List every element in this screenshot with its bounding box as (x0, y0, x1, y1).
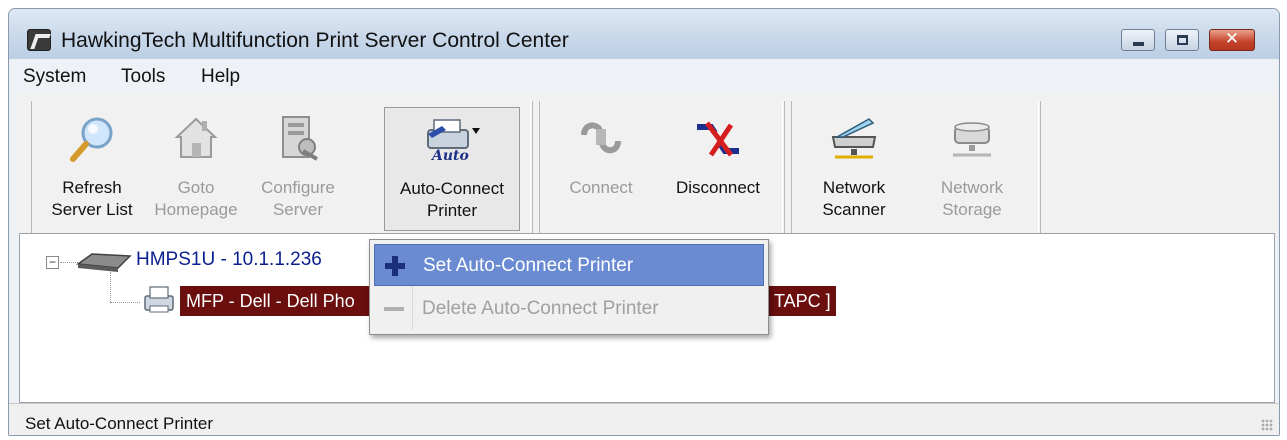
menu-bar: System Tools Help (9, 59, 1279, 93)
configure-label-line1: Configure (261, 178, 335, 197)
auto-connect-printer-button[interactable]: Auto Auto-Connect Printer (384, 107, 520, 231)
tree-connector (110, 272, 111, 302)
toolbar: Refresh Server List Goto Homepage Config… (17, 93, 1277, 239)
printer-icon (144, 286, 174, 313)
scanner-label-line1: Network (822, 178, 886, 197)
auto-connect-label-line1: Auto-Connect (400, 179, 504, 198)
goto-label-line1: Goto (177, 178, 215, 197)
minimize-button[interactable] (1121, 29, 1155, 51)
minus-icon (384, 307, 404, 311)
server-node-label[interactable]: HMPS1U - 10.1.1.236 (136, 249, 322, 271)
toolbar-group-server: Refresh Server List Goto Homepage Config… (31, 101, 533, 233)
storage-label-line2: Storage (942, 200, 1002, 219)
goto-label-line2: Homepage (154, 200, 238, 219)
close-button[interactable]: ✕ (1209, 29, 1255, 51)
window-title: HawkingTech Multifunction Print Server C… (61, 29, 569, 52)
toolbar-group-connection: Connect Disconnect (539, 101, 785, 233)
toolbar-group-network: Network Scanner Network Storage (791, 101, 1041, 233)
menu-tools[interactable]: Tools (121, 66, 165, 88)
menu-help[interactable]: Help (201, 66, 240, 88)
disconnect-button[interactable]: Disconnect (658, 107, 778, 231)
resize-grip-icon[interactable] (1261, 419, 1273, 431)
auto-connect-label-line2: Printer (426, 201, 478, 220)
context-menu: Set Auto-Connect Printer Delete Auto-Con… (369, 239, 769, 335)
server-device-icon (76, 253, 132, 272)
auto-printer-icon: Auto (427, 119, 480, 164)
delete-auto-connect-label: Delete Auto-Connect Printer (422, 298, 659, 319)
disconnect-icon (697, 121, 739, 157)
magnifier-icon (70, 117, 113, 162)
disconnect-label: Disconnect (675, 178, 761, 197)
storage-icon (953, 122, 991, 157)
maximize-icon (1177, 35, 1188, 45)
set-auto-connect-printer-item[interactable]: Set Auto-Connect Printer (374, 244, 764, 286)
app-icon (27, 29, 51, 51)
configure-icon (282, 116, 318, 161)
storage-label-line1: Network (940, 178, 1004, 197)
refresh-label-line1: Refresh (62, 178, 122, 197)
menu-system[interactable]: System (23, 66, 86, 88)
printer-node-label-tail: TAPC ] (772, 286, 836, 316)
app-window: HawkingTech Multifunction Print Server C… (8, 8, 1280, 436)
tree-connector (110, 302, 140, 303)
home-icon (174, 117, 218, 158)
connect-button[interactable]: Connect (546, 107, 656, 231)
delete-auto-connect-printer-item[interactable]: Delete Auto-Connect Printer (374, 288, 764, 330)
refresh-label-line2: Server List (51, 200, 133, 219)
printer-node-label: MFP - Dell - Dell Pho (186, 291, 355, 311)
connect-icon (581, 122, 621, 154)
auto-icon-text: Auto (430, 148, 469, 164)
plus-icon (385, 256, 405, 276)
configure-server-button[interactable]: Configure Server (248, 107, 348, 231)
scanner-label-line2: Scanner (822, 200, 886, 219)
configure-label-line2: Server (272, 200, 324, 219)
scanner-icon (831, 118, 877, 159)
close-icon: ✕ (1224, 29, 1240, 48)
maximize-button[interactable] (1165, 29, 1199, 51)
network-scanner-button[interactable]: Network Scanner (798, 107, 910, 231)
status-bar: Set Auto-Connect Printer (9, 403, 1279, 435)
tree-expander[interactable]: − (46, 256, 59, 269)
network-storage-button[interactable]: Network Storage (916, 107, 1028, 231)
status-text: Set Auto-Connect Printer (25, 414, 214, 433)
connect-label: Connect (569, 178, 633, 197)
minimize-icon (1133, 42, 1144, 46)
title-bar: HawkingTech Multifunction Print Server C… (9, 9, 1279, 59)
set-auto-connect-label: Set Auto-Connect Printer (423, 255, 634, 276)
goto-homepage-button[interactable]: Goto Homepage (146, 107, 246, 231)
refresh-server-list-button[interactable]: Refresh Server List (40, 107, 144, 231)
